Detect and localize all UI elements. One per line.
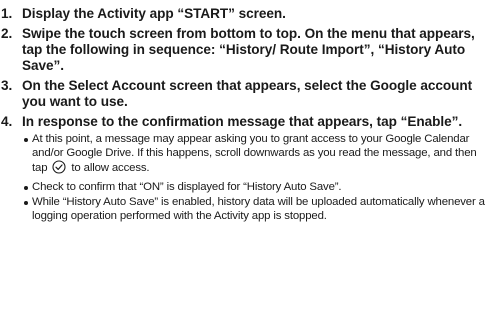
step-text: Swipe the touch screen from bottom to to… xyxy=(22,26,475,73)
check-circle-icon xyxy=(52,160,66,179)
step-number: 1. xyxy=(1,6,13,21)
note-auto-upload: While “History Auto Save” is enabled, hi… xyxy=(22,196,491,223)
step-text: Display the Activity app “START” screen. xyxy=(22,6,286,21)
step-2: 2. Swipe the touch screen from bottom to… xyxy=(1,26,491,74)
note-check-on: Check to confirm that “ON” is displayed … xyxy=(22,181,491,195)
step-3: 3. On the Select Account screen that app… xyxy=(1,78,491,110)
step-number: 2. xyxy=(1,26,13,41)
instruction-page: 1. Display the Activity app “START” scre… xyxy=(0,0,491,311)
step-number: 3. xyxy=(1,78,13,93)
step-1: 1. Display the Activity app “START” scre… xyxy=(1,6,491,22)
step-number: 4. xyxy=(1,114,13,129)
step-list: 1. Display the Activity app “START” scre… xyxy=(1,6,491,224)
step-4: 4. In response to the confirmation messa… xyxy=(1,114,491,224)
step-text: On the Select Account screen that appear… xyxy=(22,78,473,109)
note-text: to allow access. xyxy=(71,162,150,175)
note-text: While “History Auto Save” is enabled, hi… xyxy=(32,196,485,222)
step-4-notes: At this point, a message may appear aski… xyxy=(22,133,491,224)
note-text: Check to confirm that “ON” is displayed … xyxy=(32,180,342,193)
note-grant-access: At this point, a message may appear aski… xyxy=(22,133,491,179)
step-text: In response to the confirmation message … xyxy=(22,114,463,129)
